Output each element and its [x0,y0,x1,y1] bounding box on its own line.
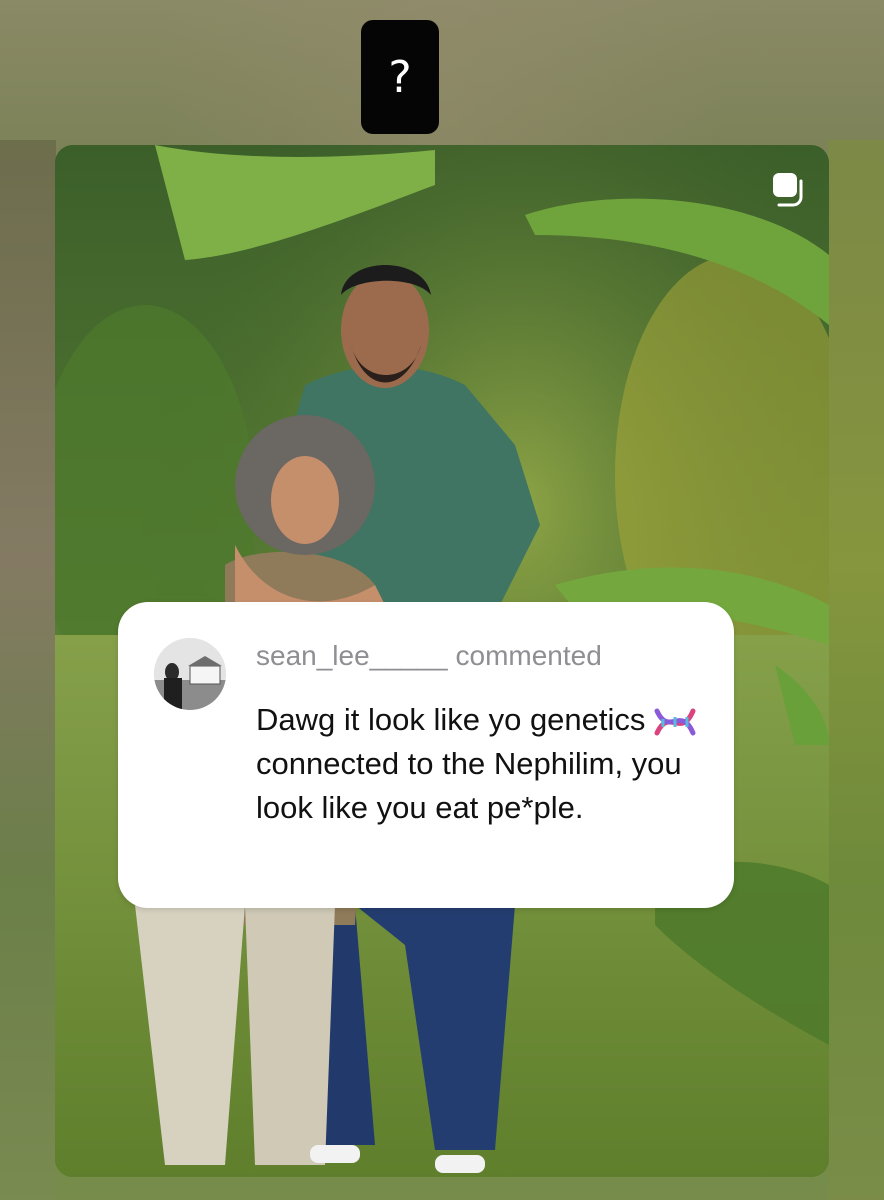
background-blur-right [828,140,884,1200]
dna-emoji [654,708,696,736]
background-blur-left [0,140,56,1200]
comment-text: Dawg it look like yo genetics connected … [256,698,706,830]
story-screen: ? sean_lee_____ commented Dawg it look l… [0,0,884,1200]
username[interactable]: sean_lee_____ [256,640,448,671]
question-sticker[interactable]: ? [361,20,439,134]
comment-text-part2: connected to the Nephilim, you look like… [256,746,682,825]
avatar[interactable] [154,638,226,710]
comment-action: commented [455,640,602,671]
comment-text-part1: Dawg it look like yo genetics [256,702,646,737]
comment-header: sean_lee_____ commented [256,640,602,672]
copy-icon[interactable] [767,169,807,209]
comment-sticker[interactable]: sean_lee_____ commented Dawg it look like… [118,602,734,908]
question-mark: ? [388,51,412,103]
avatar-image [154,638,226,710]
